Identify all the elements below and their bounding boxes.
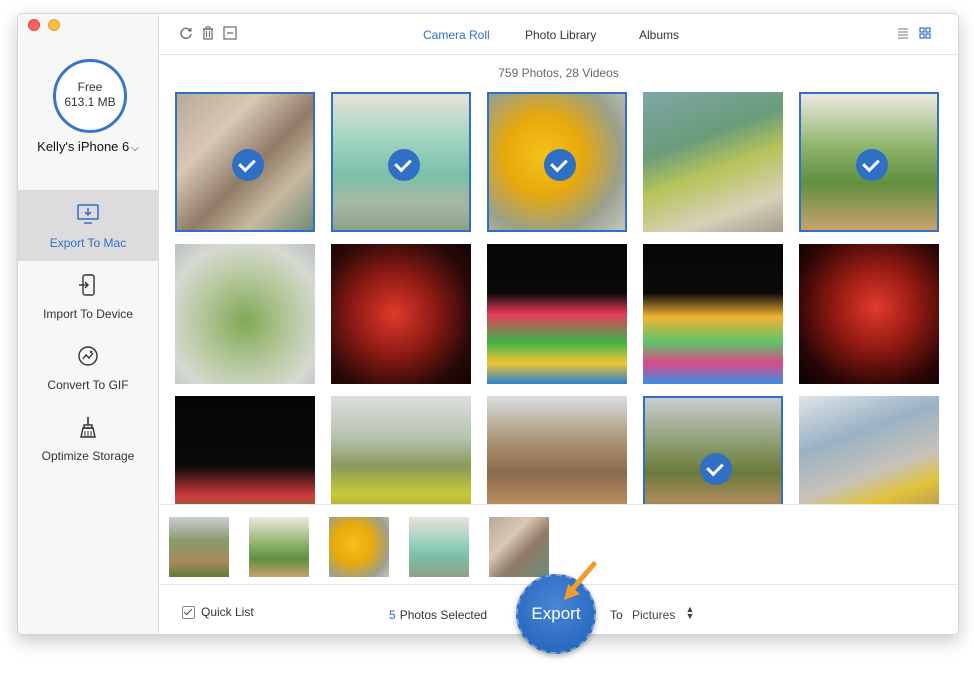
- phone-import-icon: [79, 274, 95, 296]
- photo-grid: [175, 92, 943, 504]
- quick-list-thumbnail[interactable]: [409, 517, 469, 577]
- close-window-button[interactable]: [28, 19, 40, 31]
- grid-view-icon[interactable]: [919, 27, 931, 39]
- photo-tile[interactable]: [799, 244, 939, 384]
- quick-list-thumbnail[interactable]: [249, 517, 309, 577]
- checkmark-icon: [232, 149, 264, 181]
- monitor-download-icon: [77, 204, 99, 224]
- photo-tile[interactable]: [487, 396, 627, 504]
- photo-tile[interactable]: [643, 396, 783, 504]
- sidebar-item-label: Export To Mac: [49, 236, 127, 250]
- selected-text: Photos Selected: [399, 608, 488, 622]
- refresh-icon[interactable]: [179, 26, 193, 40]
- photo-tile[interactable]: [643, 92, 783, 232]
- sidebar-item-label: Optimize Storage: [41, 449, 135, 463]
- chevron-down-icon: ⌵: [131, 143, 139, 154]
- photo-tile[interactable]: [175, 244, 315, 384]
- pointer-arrow-icon: [564, 561, 597, 600]
- selection-summary: 5 Photos Selected: [389, 608, 487, 622]
- photo-tile[interactable]: [175, 396, 315, 504]
- photo-tile[interactable]: [487, 92, 627, 232]
- toolbar: Camera Roll Photo Library Albums: [159, 14, 958, 55]
- quick-list-thumbnail[interactable]: [329, 517, 389, 577]
- quick-list-strip: [159, 504, 958, 585]
- destination-select[interactable]: Pictures: [632, 608, 675, 622]
- quick-list-label: Quick List: [201, 605, 254, 619]
- sidebar-item-export-to-mac[interactable]: Export To Mac: [18, 190, 158, 261]
- photo-count: 759 Photos, 28 Videos: [498, 66, 619, 80]
- photo-tile[interactable]: [175, 92, 315, 232]
- trash-icon[interactable]: [201, 26, 215, 40]
- app-window: Free 613.1 MB Kelly's iPhone 6 ⌵ Export T…: [17, 13, 959, 635]
- sidebar: Free 613.1 MB Kelly's iPhone 6 ⌵ Export T…: [18, 14, 159, 634]
- destination-label: To: [610, 608, 623, 622]
- photo-tile[interactable]: [487, 244, 627, 384]
- quick-list-checkbox[interactable]: [182, 606, 195, 619]
- device-name: Kelly's iPhone 6: [37, 139, 130, 154]
- broom-icon: [80, 417, 96, 438]
- device-selector[interactable]: Kelly's iPhone 6 ⌵: [18, 139, 158, 154]
- photo-tile[interactable]: [799, 92, 939, 232]
- tab-camera-roll[interactable]: Camera Roll: [423, 28, 490, 42]
- gif-convert-icon: [78, 346, 98, 366]
- main-panel: Camera Roll Photo Library Albums 759 Pho…: [159, 14, 958, 634]
- sidebar-item-label: Convert To GIF: [47, 378, 129, 392]
- quick-list-thumbnail[interactable]: [489, 517, 549, 577]
- storage-indicator: Free 613.1 MB: [53, 59, 127, 133]
- sidebar-item-convert-to-gif[interactable]: Convert To GIF: [18, 332, 158, 403]
- photo-tile[interactable]: [331, 244, 471, 384]
- checkmark-icon: [544, 149, 576, 181]
- minus-icon[interactable]: [223, 26, 237, 40]
- sidebar-item-import-to-device[interactable]: Import To Device: [18, 261, 158, 332]
- storage-label: Free: [77, 80, 103, 94]
- minimize-window-button[interactable]: [48, 19, 60, 31]
- checkmark-icon: [700, 453, 732, 485]
- sidebar-item-optimize-storage[interactable]: Optimize Storage: [18, 403, 158, 474]
- sidebar-item-label: Import To Device: [43, 307, 133, 321]
- updown-chevron-icon[interactable]: ▲ ▼: [685, 605, 695, 621]
- tab-photo-library[interactable]: Photo Library: [525, 28, 596, 42]
- photo-tile[interactable]: [799, 396, 939, 504]
- checkmark-icon: [856, 149, 888, 181]
- tab-albums[interactable]: Albums: [639, 28, 679, 42]
- storage-value: 613.1 MB: [64, 95, 116, 109]
- selected-count: 5: [389, 608, 396, 622]
- checkmark-icon: [388, 149, 420, 181]
- photo-tile[interactable]: [643, 244, 783, 384]
- quick-list-thumbnail[interactable]: [169, 517, 229, 577]
- photo-tile[interactable]: [331, 92, 471, 232]
- list-view-icon[interactable]: [897, 27, 909, 39]
- photo-tile[interactable]: [331, 396, 471, 504]
